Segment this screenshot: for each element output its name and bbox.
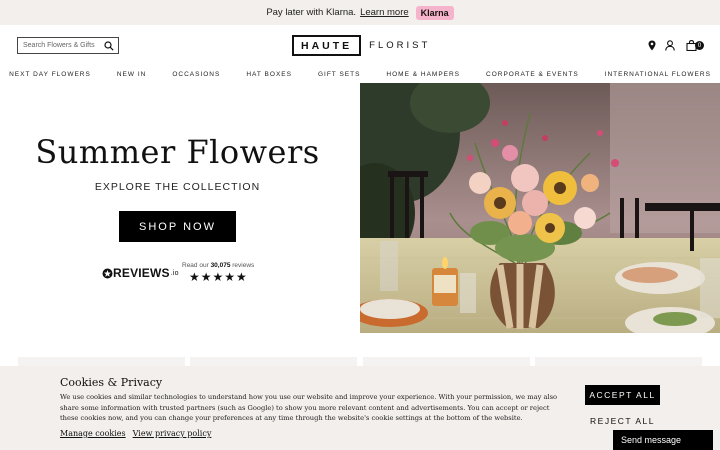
hero-subtitle[interactable]: EXPLORE THE COLLECTION bbox=[0, 181, 355, 193]
klarna-badge: Klarna bbox=[415, 5, 454, 20]
search-input[interactable]: Search Flowers & Gifts bbox=[17, 37, 119, 54]
privacy-policy-link[interactable]: View privacy policy bbox=[133, 429, 212, 438]
reviews-brand-text: REVIEWS bbox=[113, 266, 170, 280]
reviews-count-number: 30,075 bbox=[210, 262, 231, 269]
nav-item-hat-boxes[interactable]: HAT BOXES bbox=[246, 71, 292, 78]
account-icon[interactable] bbox=[664, 38, 676, 52]
logo-text: FLORIST bbox=[369, 40, 431, 51]
reviews-count-prefix: Read our bbox=[182, 262, 209, 269]
manage-cookies-link[interactable]: Manage cookies bbox=[60, 429, 126, 438]
cookie-banner: Cookies & Privacy We use cookies and sim… bbox=[0, 366, 720, 450]
learn-more-link[interactable]: Learn more bbox=[360, 7, 409, 18]
site-logo[interactable]: HAUTE FLORIST bbox=[292, 35, 430, 56]
site-header: Search Flowers & Gifts HAUTE FLORIST 0 bbox=[0, 25, 720, 65]
nav-item-gift-sets[interactable]: GIFT SETS bbox=[318, 71, 360, 78]
promo-bar: Pay later with Klarna. Learn more Klarna bbox=[0, 0, 720, 25]
main-nav: NEXT DAY FLOWERS NEW IN OCCASIONS HAT BO… bbox=[0, 66, 720, 83]
hero-text-panel: Summer Flowers EXPLORE THE COLLECTION SH… bbox=[0, 83, 360, 333]
nav-item-occasions[interactable]: OCCASIONS bbox=[172, 71, 220, 78]
cookie-title: Cookies & Privacy bbox=[60, 376, 163, 389]
nav-item-home-hampers[interactable]: HOME & HAMPERS bbox=[386, 71, 460, 78]
cookie-body-text: We use cookies and similar technologies … bbox=[60, 393, 558, 422]
cart-icon[interactable]: 0 bbox=[682, 38, 704, 52]
nav-item-new-in[interactable]: NEW IN bbox=[117, 71, 146, 78]
star-rating: ★★★★★ bbox=[189, 270, 248, 284]
reviews-widget[interactable]: REVIEWS .io Read our 30,075 reviews ★★★★★ bbox=[102, 261, 262, 284]
nav-item-next-day-flowers[interactable]: NEXT DAY FLOWERS bbox=[9, 71, 91, 78]
hero-title: Summer Flowers bbox=[35, 133, 320, 171]
accept-all-button[interactable]: ACCEPT ALL bbox=[585, 385, 660, 405]
location-pin-icon[interactable] bbox=[646, 38, 658, 52]
search-placeholder: Search Flowers & Gifts bbox=[23, 42, 95, 49]
nav-item-international-flowers[interactable]: INTERNATIONAL FLOWERS bbox=[605, 71, 711, 78]
cart-count-badge: 0 bbox=[695, 41, 704, 50]
reviews-brand-suffix: .io bbox=[170, 269, 179, 277]
reviews-count: Read our 30,075 reviews bbox=[182, 262, 254, 269]
cookie-links: Manage cookies View privacy policy bbox=[60, 429, 211, 438]
reject-all-button[interactable]: REJECT ALL bbox=[585, 414, 660, 428]
reviews-count-suffix: reviews bbox=[232, 262, 255, 269]
search-icon[interactable] bbox=[102, 39, 116, 53]
hero-image[interactable] bbox=[360, 83, 720, 333]
header-icons: 0 bbox=[646, 38, 704, 52]
shop-now-button[interactable]: SHOP NOW bbox=[119, 211, 236, 242]
reviews-io-logo: REVIEWS .io bbox=[102, 266, 179, 280]
logo-boxed-text: HAUTE bbox=[292, 35, 362, 56]
reviews-star-logo-icon bbox=[102, 268, 113, 278]
promo-text: Pay later with Klarna. bbox=[266, 7, 357, 18]
send-message-button[interactable]: Send message bbox=[613, 430, 713, 450]
nav-item-corporate-events[interactable]: CORPORATE & EVENTS bbox=[486, 71, 579, 78]
